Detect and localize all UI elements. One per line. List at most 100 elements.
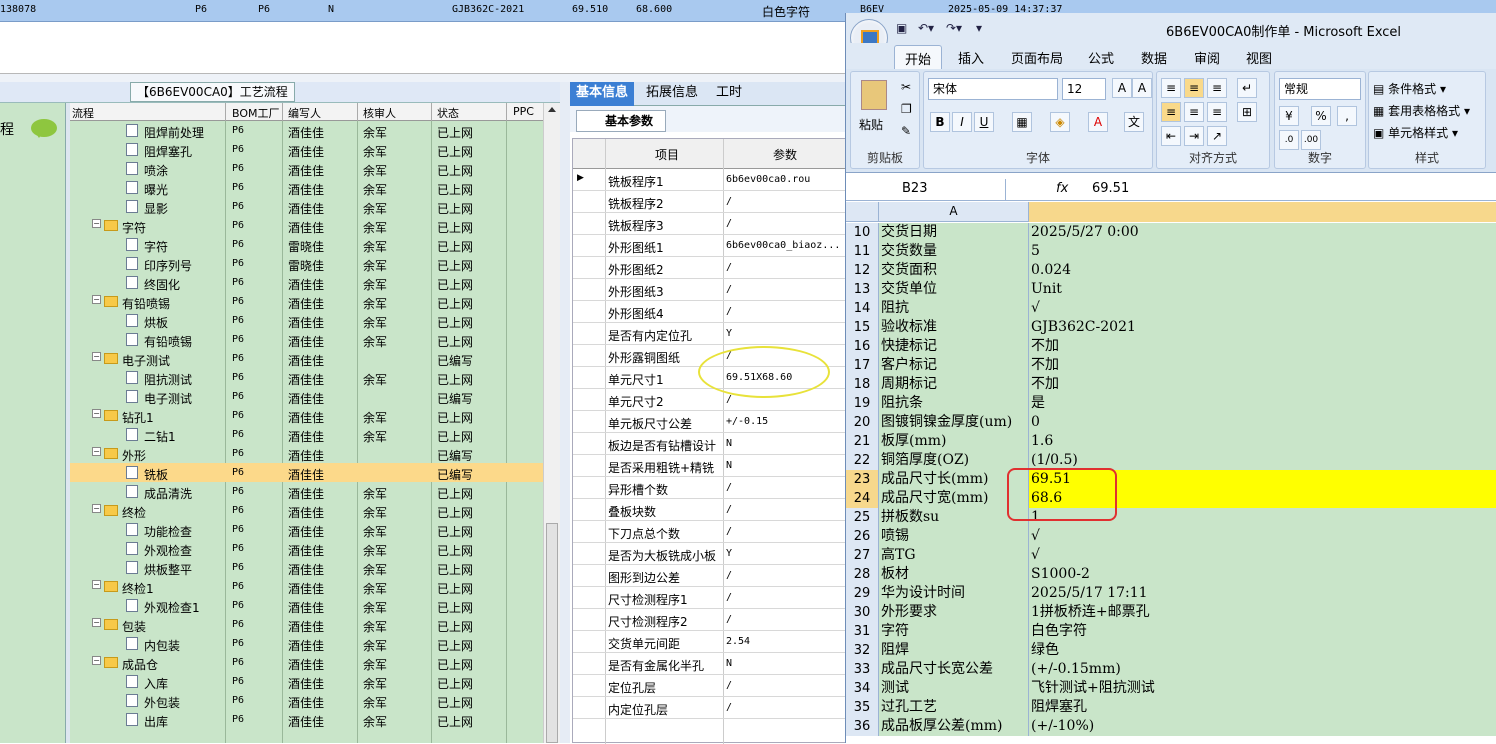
cell-b[interactable]: GJB362C-2021 bbox=[1029, 318, 1496, 337]
row-number[interactable]: 27 bbox=[846, 546, 879, 565]
align-right-icon[interactable]: ≡ bbox=[1207, 102, 1227, 122]
merge-icon[interactable]: ⊞ bbox=[1237, 102, 1257, 122]
undo-icon[interactable]: ↶▾ bbox=[918, 21, 934, 35]
row-number[interactable]: 35 bbox=[846, 698, 879, 717]
row-number[interactable]: 32 bbox=[846, 641, 879, 660]
col-header[interactable]: 参数 bbox=[773, 146, 797, 163]
row-number[interactable]: 22 bbox=[846, 451, 879, 470]
col-header[interactable]: 项目 bbox=[655, 146, 679, 163]
cell-a[interactable]: 交货日期 bbox=[879, 223, 1029, 242]
row-number[interactable]: 12 bbox=[846, 261, 879, 280]
collapse-icon[interactable]: − bbox=[92, 580, 101, 589]
cell-b[interactable]: 不加 bbox=[1029, 356, 1496, 375]
tree-row[interactable]: 外包装 P6 酒佳佳 余军 已上网 bbox=[70, 691, 543, 710]
grow-font-icon[interactable]: A bbox=[1112, 78, 1132, 98]
tree-row[interactable]: 曝光 P6 酒佳佳 余军 已上网 bbox=[70, 178, 543, 197]
cell-a[interactable]: 高TG bbox=[879, 546, 1029, 565]
qat-dropdown-icon[interactable]: ▾ bbox=[976, 21, 982, 35]
param-value[interactable]: 6b6ev00ca0_biaoz... bbox=[726, 240, 840, 251]
cell-a[interactable]: 阻抗 bbox=[879, 299, 1029, 318]
cell-b[interactable]: 阻焊塞孔 bbox=[1029, 698, 1496, 717]
cell-a[interactable]: 字符 bbox=[879, 622, 1029, 641]
paste-icon[interactable] bbox=[861, 80, 887, 110]
param-value[interactable]: / bbox=[726, 614, 732, 625]
tree-row[interactable]: 印序列号 P6 雷晓佳 余军 已上网 bbox=[70, 254, 543, 273]
param-row[interactable]: 铣板程序3 / bbox=[573, 213, 847, 235]
format-as-table-button[interactable]: ▦ 套用表格格式 ▾ bbox=[1373, 102, 1470, 119]
cell-b[interactable]: 1拼板桥连+邮票孔 bbox=[1029, 603, 1496, 622]
row-number[interactable]: 23 bbox=[846, 470, 879, 489]
param-row[interactable]: 定位孔层 / bbox=[573, 675, 847, 697]
param-value[interactable]: / bbox=[726, 218, 732, 229]
collapse-icon[interactable]: − bbox=[92, 504, 101, 513]
tab-page-layout[interactable]: 页面布局 bbox=[1011, 48, 1063, 67]
splitter[interactable] bbox=[560, 82, 570, 743]
tree-row[interactable]: 外观检查1 P6 酒佳佳 余军 已上网 bbox=[70, 596, 543, 615]
select-all-corner[interactable] bbox=[846, 202, 879, 222]
param-value[interactable]: 6b6ev00ca0.rou bbox=[726, 174, 810, 185]
cell-b[interactable]: √ bbox=[1029, 299, 1496, 318]
col-header[interactable]: 核审人 bbox=[363, 105, 396, 121]
param-value[interactable]: N bbox=[726, 438, 732, 449]
param-value[interactable]: / bbox=[726, 570, 732, 581]
param-value[interactable]: / bbox=[726, 592, 732, 603]
param-row[interactable]: 内定位孔层 / bbox=[573, 697, 847, 719]
tree-row[interactable]: 有铅喷锡 P6 酒佳佳 余军 已上网 bbox=[70, 330, 543, 349]
indent-decrease-icon[interactable]: ⇤ bbox=[1161, 126, 1181, 146]
col-header[interactable]: 编写人 bbox=[288, 105, 321, 121]
param-row[interactable]: 单元板尺寸公差 +/-0.15 bbox=[573, 411, 847, 433]
tree-row[interactable]: − 电子测试 P6 酒佳佳 已编写 bbox=[70, 349, 543, 368]
param-value[interactable]: +/-0.15 bbox=[726, 416, 768, 427]
redo-icon[interactable]: ↷▾ bbox=[946, 21, 962, 35]
increase-decimal-icon[interactable]: .0 bbox=[1279, 130, 1299, 150]
cut-icon[interactable]: ✂ bbox=[901, 80, 911, 94]
cell-b[interactable]: 飞针测试+阻抗测试 bbox=[1029, 679, 1496, 698]
excel-window[interactable]: ▣ ↶▾ ↷▾ ▾ 6B6EV00CA0制作单 - Microsoft Exce… bbox=[845, 13, 1496, 743]
copy-icon[interactable]: ❐ bbox=[901, 102, 912, 116]
param-value[interactable]: N bbox=[726, 658, 732, 669]
tree-row[interactable]: − 成品仓 P6 酒佳佳 余军 已上网 bbox=[70, 653, 543, 672]
collapse-icon[interactable]: − bbox=[92, 352, 101, 361]
italic-icon[interactable]: I bbox=[952, 112, 972, 132]
number-format-dropdown[interactable]: 常规 bbox=[1279, 78, 1361, 100]
tree-row[interactable]: 终固化 P6 酒佳佳 余军 已上网 bbox=[70, 273, 543, 292]
cell-b[interactable]: √ bbox=[1029, 527, 1496, 546]
param-grid[interactable]: 项目 参数 ▶ 铣板程序1 6b6ev00ca0.rou 铣板程序2/铣板程序3/外形… bbox=[572, 138, 847, 744]
left-nav[interactable]: 程 bbox=[0, 103, 66, 743]
cell-b[interactable]: 白色字符 bbox=[1029, 622, 1496, 641]
tab-insert[interactable]: 插入 bbox=[958, 48, 984, 67]
scroll-thumb[interactable] bbox=[546, 523, 558, 743]
tree-row[interactable]: 二钻1 P6 酒佳佳 余军 已上网 bbox=[70, 425, 543, 444]
param-value[interactable]: / bbox=[726, 482, 732, 493]
tree-row[interactable]: 阻抗测试 P6 酒佳佳 余军 已上网 bbox=[70, 368, 543, 387]
tree-row[interactable]: 烘板 P6 酒佳佳 余军 已上网 bbox=[70, 311, 543, 330]
param-row[interactable]: 交货单元间距 2.54 bbox=[573, 631, 847, 653]
tree-row[interactable]: − 外形 P6 酒佳佳 已编写 bbox=[70, 444, 543, 463]
row-number[interactable]: 26 bbox=[846, 527, 879, 546]
cell-a[interactable]: 客户标记 bbox=[879, 356, 1029, 375]
tree-row[interactable]: 显影 P6 酒佳佳 余军 已上网 bbox=[70, 197, 543, 216]
phonetic-icon[interactable]: 文 bbox=[1124, 112, 1144, 132]
indent-increase-icon[interactable]: ⇥ bbox=[1184, 126, 1204, 146]
cell-b[interactable]: 5 bbox=[1029, 242, 1496, 261]
cell-a[interactable]: 板材 bbox=[879, 565, 1029, 584]
param-row[interactable]: 是否为大板铣成小板 Y bbox=[573, 543, 847, 565]
cell-a[interactable]: 华为设计时间 bbox=[879, 584, 1029, 603]
param-value[interactable]: / bbox=[726, 284, 732, 295]
cell-a[interactable]: 阻抗条 bbox=[879, 394, 1029, 413]
tree-row[interactable]: 阻焊前处理 P6 酒佳佳 余军 已上网 bbox=[70, 121, 543, 140]
cell-b[interactable]: Unit bbox=[1029, 280, 1496, 299]
currency-icon[interactable]: ¥ bbox=[1279, 106, 1299, 126]
row-number[interactable]: 20 bbox=[846, 413, 879, 432]
collapse-icon[interactable]: − bbox=[92, 656, 101, 665]
tab-review[interactable]: 审阅 bbox=[1194, 48, 1220, 67]
tab-home[interactable]: 开始 bbox=[894, 45, 943, 69]
col-header-a[interactable]: A bbox=[879, 202, 1029, 222]
row-number[interactable]: 25 bbox=[846, 508, 879, 527]
param-value[interactable]: Y bbox=[726, 328, 732, 339]
font-color-icon[interactable]: A bbox=[1088, 112, 1108, 132]
fx-icon[interactable]: fx bbox=[1056, 181, 1068, 196]
tree-scrollbar[interactable] bbox=[543, 103, 560, 743]
tree-row[interactable]: 电子测试 P6 酒佳佳 已编写 bbox=[70, 387, 543, 406]
tree-row[interactable]: − 钻孔1 P6 酒佳佳 余军 已上网 bbox=[70, 406, 543, 425]
